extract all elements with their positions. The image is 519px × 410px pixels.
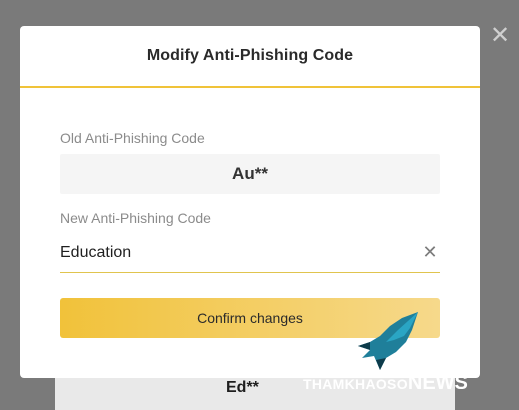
new-code-input[interactable]: Education ✕	[60, 234, 440, 273]
watermark-text-part1: THAMKHAOSO	[303, 376, 408, 392]
new-code-label: New Anti-Phishing Code	[60, 210, 211, 226]
modal-title: Modify Anti-Phishing Code	[146, 47, 354, 64]
clear-input-icon[interactable]: ✕	[420, 243, 440, 263]
old-code-value: Au**	[232, 164, 268, 183]
close-icon[interactable]: ✕	[487, 22, 513, 48]
old-code-field: Au**	[60, 154, 440, 194]
old-code-label: Old Anti-Phishing Code	[60, 130, 205, 146]
background-masked-code: Ed**	[226, 379, 259, 396]
watermark-text-part2: NEWS	[407, 372, 468, 394]
watermark-shark-icon	[358, 312, 418, 370]
watermark-text: THAMKHAOSO NEWS	[303, 372, 468, 395]
new-code-value[interactable]: Education	[60, 244, 420, 262]
modal-header: Modify Anti-Phishing Code	[20, 26, 480, 88]
